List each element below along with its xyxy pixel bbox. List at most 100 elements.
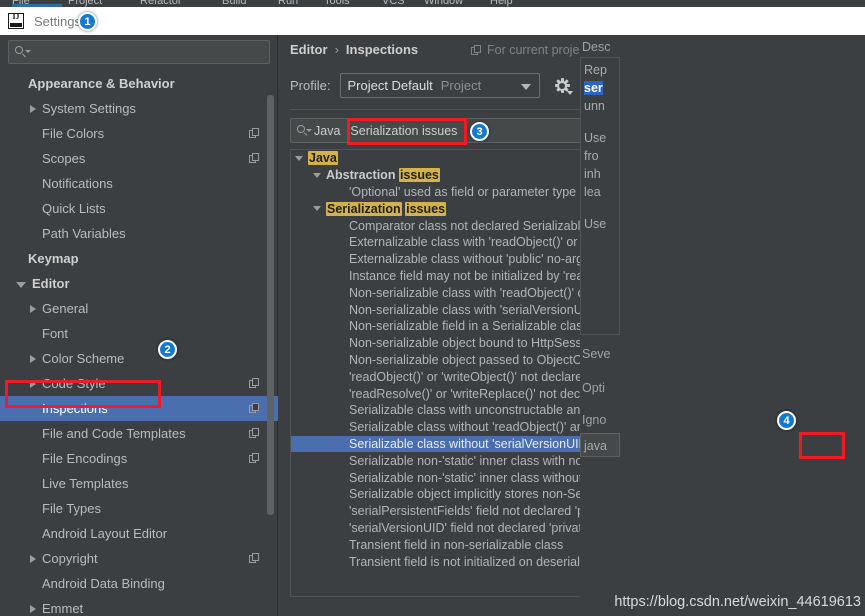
sidebar-item-label: Keymap: [28, 251, 79, 266]
settings-category-tree[interactable]: Appearance & Behavior System Settings File…: [0, 71, 278, 616]
sidebar-item-label: System Settings: [42, 101, 136, 116]
inspection-label: Non-serializable field in a Serializable…: [349, 319, 589, 334]
sidebar-item-label: Font: [42, 326, 69, 341]
inspection-label: Java: [308, 151, 338, 166]
sidebar-item-quick-lists[interactable]: Quick Lists: [0, 196, 278, 221]
filter-language-label: Java: [314, 123, 341, 138]
sidebar-item-file-types[interactable]: File Types: [0, 496, 278, 521]
search-icon[interactable]: [297, 124, 312, 137]
chevron-right-icon[interactable]: [30, 379, 36, 388]
sidebar-item-file-encodings[interactable]: File Encodings: [0, 446, 278, 471]
inspection-label: Non-serializable object bound to HttpSes…: [349, 336, 599, 351]
sidebar-scrollbar[interactable]: [267, 95, 274, 515]
sidebar-item-keymap[interactable]: Keymap: [0, 246, 278, 271]
breadcrumb-parent[interactable]: Editor: [290, 42, 328, 57]
chevron-down-icon[interactable]: [313, 172, 321, 178]
copy-icon: [249, 153, 260, 164]
breadcrumb-current: Inspections: [345, 42, 419, 57]
inspection-label: 'Optional' used as field or parameter ty…: [349, 184, 577, 199]
sidebar-item-path-variables[interactable]: Path Variables: [0, 221, 278, 246]
profile-dropdown[interactable]: Project Default Project: [340, 73, 541, 98]
search-icon: [15, 45, 31, 59]
chevron-right-icon[interactable]: [30, 104, 36, 113]
menu-bar[interactable]: File Project Refactor Build Run Tools VC…: [0, 0, 865, 7]
inspection-description-panel: Desc Rep ser unn Use fro inh lea Use Sev…: [580, 35, 865, 616]
callout-badge-2: 2: [158, 340, 177, 359]
menu-item-tools[interactable]: Tools: [324, 0, 350, 7]
menu-item-refactor[interactable]: Refactor: [140, 0, 182, 7]
chevron-down-icon: [567, 90, 574, 95]
menu-item-file[interactable]: File: [12, 0, 30, 7]
sidebar-item-editor[interactable]: Editor: [0, 271, 278, 296]
sidebar-item-file-and-code-templates[interactable]: File and Code Templates: [0, 421, 278, 446]
sidebar-item-general[interactable]: General: [0, 296, 278, 321]
sidebar-item-system-settings[interactable]: System Settings: [0, 96, 278, 121]
breadcrumb-separator-icon: ›: [334, 42, 339, 57]
sidebar-item-label: File and Code Templates: [42, 426, 186, 441]
sidebar-item-copyright[interactable]: Copyright: [0, 546, 278, 571]
settings-dialog-body: Appearance & Behavior System Settings File…: [0, 35, 865, 616]
copy-icon: [249, 378, 260, 389]
sidebar-item-emmet[interactable]: Emmet: [0, 596, 278, 616]
settings-category-sidebar: Appearance & Behavior System Settings File…: [0, 35, 278, 616]
chevron-down-icon: [521, 84, 532, 90]
sidebar-item-file-colors[interactable]: File Colors: [0, 121, 278, 146]
inspection-search-input[interactable]: Java Serialization issues ✕: [290, 118, 625, 143]
sidebar-item-label: Android Data Binding: [42, 576, 165, 591]
sidebar-item-label: Notifications: [42, 176, 113, 191]
sidebar-item-label: File Encodings: [42, 451, 128, 466]
sidebar-item-label: Inspections: [42, 401, 108, 416]
sidebar-item-label: File Colors: [42, 126, 105, 141]
copy-icon: [249, 403, 260, 414]
sidebar-item-android-data-binding[interactable]: Android Data Binding: [0, 571, 278, 596]
chevron-right-icon[interactable]: [30, 554, 36, 563]
profile-scope: Project: [440, 78, 482, 93]
window-title: Settings: [34, 13, 81, 29]
sidebar-item-appearance-behavior[interactable]: Appearance & Behavior: [0, 71, 278, 96]
sidebar-item-label: General: [42, 301, 89, 316]
chevron-right-icon[interactable]: [30, 604, 36, 613]
sidebar-item-inspections[interactable]: Inspections: [0, 396, 278, 421]
sidebar-search-input[interactable]: [8, 40, 270, 64]
sidebar-item-live-templates[interactable]: Live Templates: [0, 471, 278, 496]
copy-icon: [249, 428, 260, 439]
description-line-6: inh: [584, 167, 601, 181]
sidebar-item-android-layout-editor[interactable]: Android Layout Editor: [0, 521, 278, 546]
profile-row: Profile: Project Default Project: [290, 73, 574, 98]
sidebar-item-color-scheme[interactable]: Color Scheme: [0, 346, 278, 371]
menu-item-project[interactable]: Project: [68, 0, 102, 7]
gear-icon[interactable]: [554, 78, 574, 95]
sidebar-item-label: Copyright: [42, 551, 98, 566]
profile-value: Project Default: [347, 78, 433, 93]
sidebar-item-label: Emmet: [42, 601, 84, 616]
chevron-down-icon[interactable]: [313, 206, 321, 212]
chevron-right-icon[interactable]: [30, 354, 36, 363]
copy-icon: [249, 553, 260, 564]
sidebar-item-notifications[interactable]: Notifications: [0, 171, 278, 196]
sidebar-item-code-style[interactable]: Code Style: [0, 371, 278, 396]
sidebar-item-font[interactable]: Font: [0, 321, 278, 346]
chevron-down-icon[interactable]: [16, 281, 26, 288]
scope-note: For current project: [471, 43, 589, 57]
chevron-right-icon[interactable]: [30, 304, 36, 313]
severity-section-label: Seve: [582, 347, 611, 361]
breadcrumb: Editor › Inspections: [290, 42, 418, 57]
inspection-label: Serialization issues: [326, 201, 447, 216]
inspection-label: Transient field is not initialized on de…: [349, 554, 617, 569]
menu-item-vcs[interactable]: VCS: [382, 0, 405, 7]
description-line-7: lea: [584, 185, 601, 199]
chevron-down-icon[interactable]: [295, 155, 303, 161]
menu-item-window[interactable]: Window: [424, 0, 463, 7]
sidebar-item-label: Color Scheme: [42, 351, 125, 366]
sidebar-item-scopes[interactable]: Scopes: [0, 146, 278, 171]
sidebar-item-label: File Types: [42, 501, 102, 516]
ignore-field-value: java: [584, 439, 607, 453]
menu-item-run[interactable]: Run: [278, 0, 298, 7]
menu-item-help[interactable]: Help: [490, 0, 513, 7]
sidebar-item-label: Editor: [32, 276, 70, 291]
inspection-label: Abstraction issues: [326, 168, 440, 183]
menu-item-build[interactable]: Build: [222, 0, 246, 7]
inspection-label: Serializable class with unconstructable …: [349, 403, 615, 418]
sidebar-item-label: Appearance & Behavior: [28, 76, 175, 91]
callout-badge-4: 4: [777, 411, 796, 430]
